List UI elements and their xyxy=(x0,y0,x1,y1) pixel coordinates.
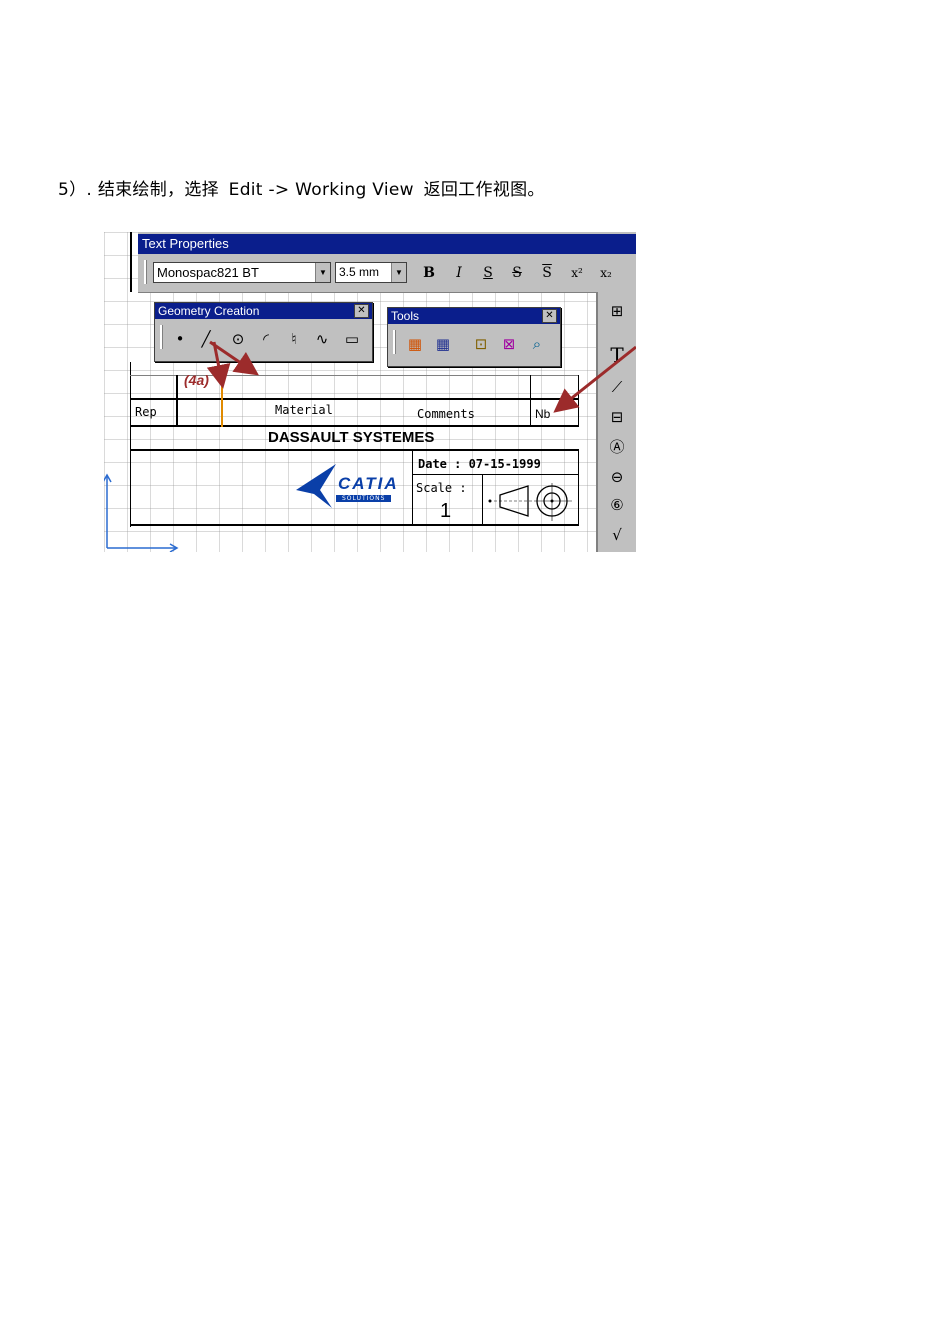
annotation-arrows xyxy=(206,340,636,413)
instruction-suffix: 返回工作视图。 xyxy=(423,180,545,200)
catia-screenshot: Text Properties Monospac821 BT ▼ 3.5 mm … xyxy=(104,232,636,552)
menu-path: Edit -> Working View xyxy=(228,180,414,200)
instruction-line: 5）. 结束绘制，选择 Edit -> Working View 返回工作视图。 xyxy=(58,175,545,200)
instruction-prefix: 5）. 结束绘制，选择 xyxy=(58,180,219,200)
